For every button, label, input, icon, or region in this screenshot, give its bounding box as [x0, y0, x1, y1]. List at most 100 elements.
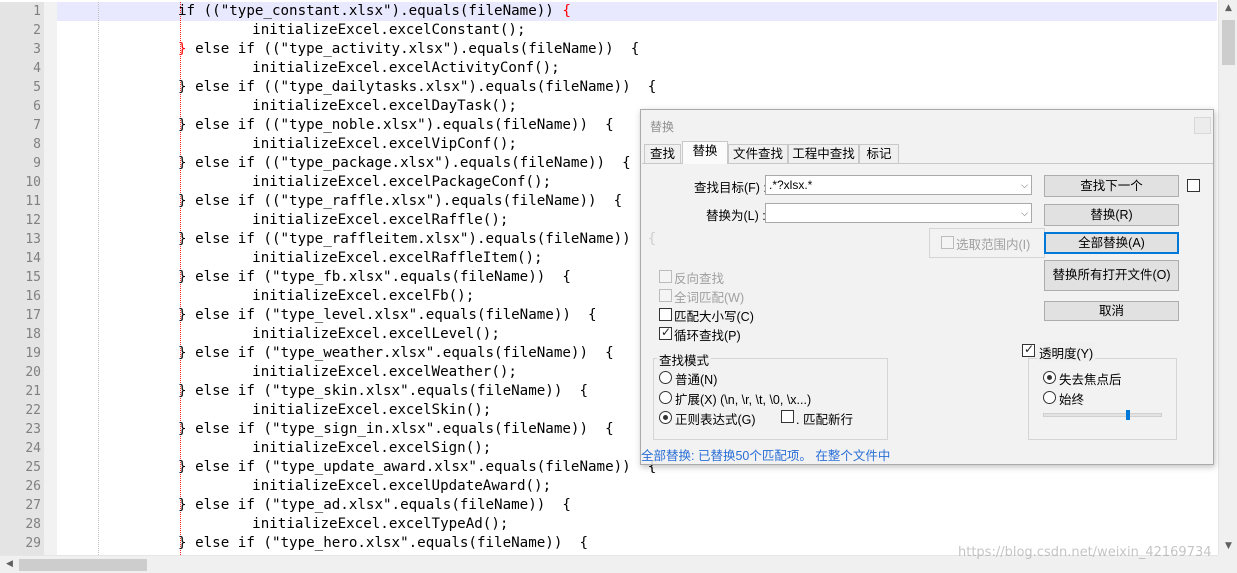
- in-selection-label: 选取范围内(I): [956, 238, 1031, 252]
- code-line[interactable]: } else if (("type_dailytasks.xlsx").equa…: [178, 78, 656, 97]
- code-line-text: } else if ("type_ad.xlsx".equals(fileNam…: [178, 497, 571, 513]
- line-number: 23: [25, 422, 41, 437]
- scroll-left-arrow-icon[interactable]: ◀: [0, 556, 19, 573]
- line-number: 26: [25, 479, 41, 494]
- line-number: 17: [25, 308, 41, 323]
- line-number: 11: [25, 194, 41, 209]
- tab-mark[interactable]: 标记: [859, 144, 899, 163]
- code-line-text: } else if ("type_skin.xlsx".equals(fileN…: [178, 383, 588, 399]
- dot-matches-newline-checkbox[interactable]: [781, 410, 794, 423]
- replace-button[interactable]: 替换(R): [1044, 204, 1179, 226]
- line-number: 22: [25, 403, 41, 418]
- cancel-button[interactable]: 取消: [1044, 301, 1179, 321]
- find-what-value[interactable]: .*?xlsx.*: [769, 178, 812, 192]
- code-line[interactable]: } else if (("type_raffle.xlsx").equals(f…: [178, 192, 622, 211]
- code-line-text: } else if ("type_weather.xlsx".equals(fi…: [178, 345, 614, 361]
- backward-label: 反向查找: [674, 272, 725, 286]
- find-next-extra-checkbox[interactable]: [1187, 179, 1200, 192]
- search-mode-title: 查找模式: [657, 350, 712, 369]
- line-number: 2: [33, 23, 41, 38]
- line-number: 16: [25, 289, 41, 304]
- code-line-text: } else if (("type_package.xlsx").equals(…: [178, 155, 631, 171]
- code-line[interactable]: initializeExcel.excelUpdateAward();: [218, 477, 551, 496]
- code-line[interactable]: initializeExcel.excelRaffle();: [218, 211, 508, 230]
- close-icon[interactable]: [1194, 117, 1211, 134]
- mode-extended-label: 扩展(X) (\n, \r, \t, \0, \x...): [675, 393, 812, 407]
- dialog-title: 替换: [650, 120, 675, 134]
- code-line[interactable]: } else if ("type_ad.xlsx".equals(fileNam…: [178, 496, 571, 515]
- code-line[interactable]: initializeExcel.excelTypeAd();: [218, 515, 508, 534]
- line-number: 25: [25, 460, 41, 475]
- code-line[interactable]: } else if ("type_fb.xlsx".equals(fileNam…: [178, 268, 571, 287]
- scroll-down-arrow-icon[interactable]: ▼: [1219, 538, 1237, 555]
- tab-find[interactable]: 查找: [644, 144, 681, 163]
- code-line[interactable]: } else if (("type_package.xlsx").equals(…: [178, 154, 631, 173]
- replace-dialog[interactable]: 替换 查找 替换 文件查找 工程中查找 标记 查找目标(F) : .*?xlsx…: [640, 109, 1214, 465]
- vertical-scrollbar[interactable]: ▲ ▼: [1218, 0, 1237, 555]
- horizontal-scroll-thumb[interactable]: [19, 559, 147, 571]
- code-line[interactable]: } else if ("type_skin.xlsx".equals(fileN…: [178, 382, 588, 401]
- match-case-checkbox[interactable]: [659, 308, 672, 321]
- code-line[interactable]: } else if ("type_update_award.xlsx".equa…: [178, 458, 656, 477]
- in-selection-checkbox[interactable]: [941, 236, 954, 249]
- vertical-scroll-thumb[interactable]: [1222, 20, 1235, 65]
- replace-tab-panel: 查找目标(F) : .*?xlsx.* ⌵ 查找下一个 替换为(L) : ⌵ 替…: [642, 163, 1213, 445]
- code-line[interactable]: initializeExcel.excelSign();: [218, 439, 491, 458]
- code-line-text: } else if ("type_level.xlsx".equals(file…: [178, 307, 597, 323]
- code-line-text: } else if (("type_raffle.xlsx").equals(f…: [178, 193, 623, 209]
- code-line[interactable]: initializeExcel.excelPackageConf();: [218, 173, 551, 192]
- fold-margin[interactable]: [44, 2, 57, 555]
- code-line[interactable]: initializeExcel.excelWeather();: [218, 363, 517, 382]
- code-line[interactable]: initializeExcel.excelSkin();: [218, 401, 491, 420]
- always-radio[interactable]: [1043, 391, 1056, 404]
- code-line[interactable]: } else if ("type_hero.xlsx".equals(fileN…: [178, 534, 588, 553]
- line-number: 6: [33, 99, 41, 114]
- find-next-button[interactable]: 查找下一个: [1044, 175, 1179, 197]
- matched-brace: {: [562, 3, 571, 19]
- code-line[interactable]: initializeExcel.excelConstant();: [218, 21, 526, 40]
- whole-word-checkbox[interactable]: [659, 289, 672, 302]
- code-line-text: initializeExcel.excelConstant();: [218, 22, 526, 38]
- code-line-text: initializeExcel.excelRaffleItem();: [218, 250, 543, 266]
- code-line-text: initializeExcel.excelDayTask();: [218, 98, 517, 114]
- mode-regex-radio[interactable]: [659, 411, 672, 424]
- find-what-combo[interactable]: .*?xlsx.* ⌵: [765, 175, 1032, 195]
- code-line-text: } else if (("type_raffleitem.xlsx").equa…: [178, 231, 657, 247]
- code-line[interactable]: } else if (("type_raffleitem.xlsx").equa…: [178, 230, 656, 249]
- backward-checkbox[interactable]: [659, 270, 672, 283]
- transparency-slider-thumb[interactable]: [1126, 410, 1131, 420]
- code-line[interactable]: initializeExcel.excelVipConf();: [218, 135, 517, 154]
- code-line[interactable]: initializeExcel.excelActivityConf();: [218, 59, 560, 78]
- mode-extended-radio[interactable]: [659, 391, 672, 404]
- transparency-slider[interactable]: [1043, 413, 1162, 417]
- code-line[interactable]: } else if (("type_activity.xlsx").equals…: [178, 40, 639, 59]
- code-line-text: initializeExcel.excelTypeAd();: [218, 516, 509, 532]
- code-line[interactable]: initializeExcel.excelRaffleItem();: [218, 249, 543, 268]
- chevron-down-icon[interactable]: ⌵: [1021, 204, 1028, 222]
- matched-brace: }: [178, 41, 187, 57]
- tab-find-in-project[interactable]: 工程中查找: [788, 144, 859, 163]
- replace-all-in-open-docs-button[interactable]: 替换所有打开文件(O): [1044, 260, 1179, 291]
- code-line[interactable]: if (("type_constant.xlsx").equals(fileNa…: [178, 2, 571, 21]
- replace-all-button[interactable]: 全部替换(A): [1044, 232, 1179, 254]
- mode-normal-radio[interactable]: [659, 371, 672, 384]
- code-line[interactable]: initializeExcel.excelLevel();: [218, 325, 500, 344]
- indent-guide: [98, 2, 99, 555]
- code-line[interactable]: } else if ("type_level.xlsx".equals(file…: [178, 306, 597, 325]
- tab-replace[interactable]: 替换: [682, 141, 728, 164]
- chevron-down-icon[interactable]: ⌵: [1021, 176, 1028, 194]
- tab-find-in-files[interactable]: 文件查找: [728, 144, 788, 163]
- code-line[interactable]: } else if (("type_noble.xlsx").equals(fi…: [178, 116, 614, 135]
- transparency-checkbox[interactable]: [1022, 342, 1035, 357]
- code-line[interactable]: initializeExcel.excelFb();: [218, 287, 474, 306]
- replace-with-combo[interactable]: ⌵: [765, 203, 1032, 223]
- on-lose-focus-radio[interactable]: [1043, 371, 1056, 384]
- code-line[interactable]: } else if ("type_weather.xlsx".equals(fi…: [178, 344, 614, 363]
- line-number: 4: [33, 61, 41, 76]
- code-line[interactable]: initializeExcel.excelDayTask();: [218, 97, 517, 116]
- code-line[interactable]: } else if ("type_sign_in.xlsx".equals(fi…: [178, 420, 614, 439]
- wrap-around-checkbox[interactable]: [659, 325, 672, 340]
- code-line-text: } else if ("type_fb.xlsx".equals(fileNam…: [178, 269, 571, 285]
- scroll-up-arrow-icon[interactable]: ▲: [1219, 0, 1237, 17]
- watermark: https://blog.csdn.net/weixin_42169734: [958, 545, 1212, 560]
